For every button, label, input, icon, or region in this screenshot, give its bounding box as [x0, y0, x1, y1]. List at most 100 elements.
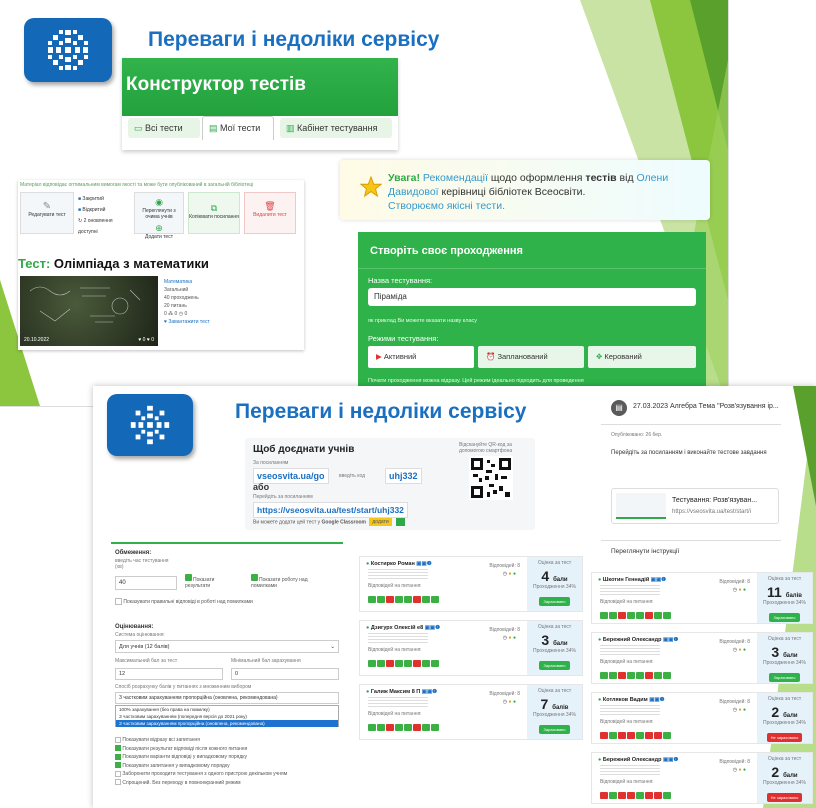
percent-label: Проходження 34% — [763, 600, 806, 606]
status-badge: Зараховано — [539, 597, 570, 606]
author-link-2[interactable]: Давидової — [388, 186, 439, 198]
method-option[interactable]: 100% зарахування (без права на помилку) — [116, 706, 338, 713]
answer-mark — [395, 724, 403, 731]
attachment-card[interactable]: Тестування: Розв'язуван... https://vseos… — [611, 488, 779, 524]
tab-testing-cabinet[interactable]: ▥ Кабінет тестування — [280, 118, 392, 138]
answer-mark — [636, 792, 644, 799]
answer-mark — [618, 672, 626, 679]
answer-mark — [663, 612, 671, 619]
status-badge: Не зараховано — [766, 793, 803, 802]
checkbox-icon — [115, 770, 121, 777]
classroom-add-button[interactable]: додати — [369, 518, 392, 527]
answer-mark — [368, 660, 376, 667]
qr-code-icon — [469, 456, 513, 500]
mode-description: Почати проходження можна відразу. Цей ре… — [368, 378, 584, 384]
copy-link-button[interactable]: ⧉ Копіювати посилання — [188, 192, 240, 234]
status-dot-icon: ● — [598, 577, 602, 583]
info-icons: ▣▣❶ — [662, 637, 679, 643]
answer-marks — [368, 718, 440, 736]
check-one-device[interactable]: Заборонити проходити тестування з одного… — [115, 770, 287, 779]
view-instructions-link[interactable]: Переглянути інструкції — [611, 548, 679, 555]
status-dot-icon: ● — [598, 697, 602, 703]
check-simplified[interactable]: Спрощений. Без переходу в повноекранний … — [115, 779, 287, 788]
score-value: 7 балів — [540, 696, 569, 712]
student-meta — [600, 585, 660, 595]
checkbox-icon — [115, 736, 121, 743]
time-input[interactable]: 40 — [115, 576, 177, 590]
opened-option[interactable]: ■ Відкритий — [78, 205, 130, 216]
tab-all-tests[interactable]: ▭ Всі тести — [128, 118, 200, 138]
test-likes: ♥ 0 ♥ 0 — [138, 337, 154, 343]
google-classroom-icon[interactable] — [396, 518, 406, 526]
edit-test-button[interactable]: ✎ Редагувати тест — [20, 192, 74, 234]
score-label: Оцінка за тест — [537, 688, 572, 694]
warning-text: Увага! Рекомендації щодо оформлення тест… — [388, 172, 669, 212]
stat-icons: ◷ ● ● — [732, 587, 746, 593]
constructor-header: Конструктор тестів — [122, 58, 398, 116]
check-random-questions[interactable]: Показувати запитання у випадковому поряд… — [115, 762, 287, 771]
method-option-selected[interactable]: З частковим зарахуванням пропорційна (он… — [116, 720, 338, 727]
follow-link-label: Перейдіть за посиланням — [253, 494, 313, 500]
student-name: ● Шкотин Геннадій ▣▣❶ — [598, 577, 667, 583]
show-results-check[interactable]: Показати результати — [185, 574, 235, 589]
chalkboard-formulas-icon — [29, 286, 141, 323]
answer-mark — [654, 672, 662, 679]
attachment-url: https://vseosvita.ua/test/start/i — [672, 509, 752, 515]
answer-mark — [413, 660, 421, 667]
access-code[interactable]: uhj332 — [385, 468, 422, 484]
mode-active-button[interactable]: ▶ Активний — [368, 346, 474, 368]
answer-mark — [431, 660, 439, 667]
info-icons: ▣▣❶ — [662, 757, 679, 763]
answer-mark — [609, 672, 617, 679]
closed-option[interactable]: ■ Закритий — [78, 194, 130, 205]
answer-mark — [600, 732, 608, 739]
answer-mark — [395, 596, 403, 603]
check-all-questions[interactable]: Показувати відразу всі запитання — [115, 736, 287, 745]
delete-test-button[interactable]: 🗑 Видалити тест — [244, 192, 296, 234]
settings-panel: Обмеження: введіть час тестування (хв) 4… — [111, 542, 343, 804]
method-option[interactable]: З частковим зарахуванням (попередня верс… — [116, 713, 338, 720]
answer-mark — [654, 792, 662, 799]
test-name-input[interactable]: Піраміда — [368, 288, 696, 306]
tab-my-tests[interactable]: ▤ Мої тести — [202, 116, 274, 140]
meta-subject[interactable]: Математика — [164, 278, 210, 286]
answer-mark — [368, 724, 376, 731]
checkbox-icon — [115, 779, 121, 786]
check-show-result[interactable]: Показувати результат відповіді після кож… — [115, 745, 287, 754]
answers-label: Відповідей на питання: — [368, 583, 422, 589]
percent-label: Проходження 34% — [763, 780, 806, 786]
score-label: Оцінка за тест — [767, 756, 802, 762]
recommendations-link[interactable]: Рекомендації — [420, 172, 488, 184]
min-score-input[interactable]: 0 — [231, 668, 339, 680]
score-label: Оцінка за тест — [537, 560, 572, 566]
answer-mark — [386, 596, 394, 603]
check-random-answers[interactable]: Показувати варіанти відповіді у випадков… — [115, 753, 287, 762]
answer-mark — [654, 732, 662, 739]
system-select[interactable]: Для учнів (12 балів) ⌄ — [115, 640, 339, 653]
preview-button[interactable]: ◉ Переглянути з очима учнів ⊕ Додати тест — [134, 192, 184, 240]
full-link[interactable]: https://vseosvita.ua/test/start/uhj332 — [253, 502, 408, 518]
tab-all-tests-label: Всі тести — [145, 123, 183, 133]
score-box: Оцінка за тест 4 бали Проходження 34% Зарах… — [527, 557, 582, 611]
answer-marks — [600, 786, 672, 804]
mode-scheduled-button[interactable]: ⏰ Запланований — [478, 346, 584, 368]
updates-option[interactable]: ↻ 2 оновлення доступні — [78, 216, 130, 238]
stat-icons: ◷ ● ● — [732, 767, 746, 773]
show-correct-check[interactable]: Показувати правильні відповіді в роботі … — [115, 598, 253, 605]
checkbox-checked-icon — [115, 762, 121, 769]
show-work-check[interactable]: Показати роботу над помилками — [251, 574, 331, 589]
percent-label: Проходження 34% — [763, 660, 806, 666]
student-meta — [600, 765, 660, 775]
meta-type: Загальний — [164, 287, 189, 293]
method-select[interactable]: З частковим зарахуванням пропорційна (он… — [115, 692, 339, 704]
answer-mark — [645, 792, 653, 799]
download-test-link[interactable]: ♥ Завантажити тест — [164, 318, 210, 326]
answer-mark — [404, 724, 412, 731]
classroom-row: Ви можете додати цей тест у Google Class… — [253, 518, 406, 527]
author-link[interactable]: Олени — [637, 172, 669, 184]
quality-tests-link[interactable]: Створюємо якісні тести. — [388, 200, 505, 212]
max-score-input[interactable]: 12 — [115, 668, 223, 680]
answer-marks — [368, 654, 440, 672]
percent-label: Проходження 34% — [533, 648, 576, 654]
mode-managed-button[interactable]: ✥ Керований — [588, 346, 696, 368]
